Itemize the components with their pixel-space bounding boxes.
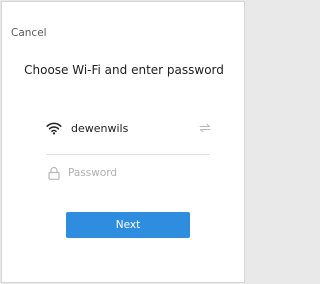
cancel-button[interactable]: Cancel bbox=[11, 26, 47, 40]
lock-icon bbox=[48, 166, 60, 180]
wifi-ssid: dewenwils bbox=[71, 122, 129, 135]
password-row[interactable] bbox=[46, 164, 211, 184]
next-button[interactable]: Next bbox=[66, 212, 190, 238]
page-title: Choose Wi-Fi and enter password bbox=[24, 63, 224, 77]
wifi-icon bbox=[46, 122, 62, 135]
wifi-network-row[interactable]: dewenwils bbox=[46, 120, 211, 142]
password-input[interactable] bbox=[68, 165, 208, 181]
swap-arrows-icon[interactable] bbox=[199, 122, 211, 134]
divider bbox=[46, 154, 210, 155]
wifi-setup-screen: Cancel Choose Wi-Fi and enter password d… bbox=[1, 1, 245, 283]
